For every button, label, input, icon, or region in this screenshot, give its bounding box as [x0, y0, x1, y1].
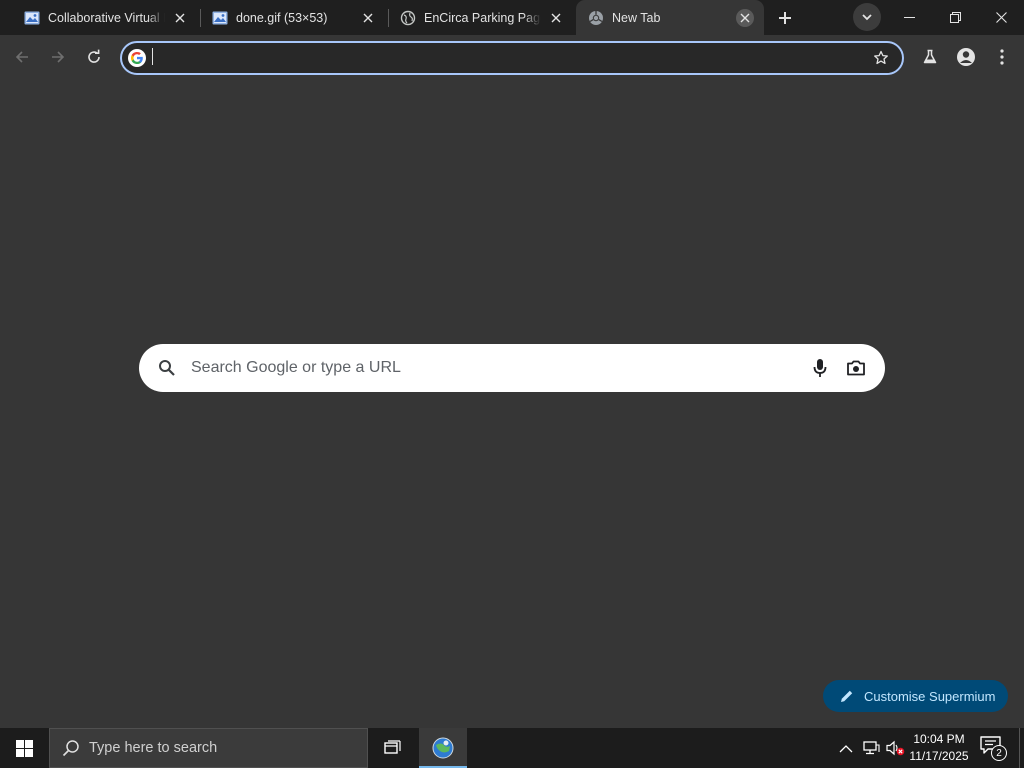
- address-bar[interactable]: [120, 41, 904, 75]
- supermium-icon: [432, 737, 454, 759]
- text-caret: [152, 48, 153, 65]
- microphone-icon[interactable]: [808, 356, 832, 380]
- tab-title: New Tab: [612, 10, 661, 25]
- system-clock[interactable]: 10:04 PM 11/17/2025: [905, 730, 973, 766]
- customise-label: Customise Supermium: [864, 688, 996, 704]
- plus-icon: [779, 12, 791, 24]
- task-view-button[interactable]: [374, 728, 412, 768]
- arrow-left-icon: [15, 51, 28, 63]
- close-icon[interactable]: [736, 8, 754, 27]
- start-button[interactable]: [0, 728, 48, 768]
- windows-logo-icon: [15, 739, 33, 757]
- flask-icon: [923, 49, 937, 64]
- menu-button[interactable]: [986, 41, 1018, 73]
- search-icon: [155, 356, 179, 380]
- search-icon: [62, 740, 79, 757]
- google-icon: [128, 49, 146, 67]
- tab-new-tab[interactable]: New Tab: [576, 0, 764, 35]
- minimize-button[interactable]: [886, 0, 932, 35]
- tab-collaborative[interactable]: Collaborative Virtual M: [0, 0, 199, 35]
- chevron-up-icon[interactable]: [836, 738, 856, 758]
- restore-icon: [949, 12, 961, 23]
- new-tab-button[interactable]: [772, 5, 798, 31]
- chromium-icon: [588, 10, 604, 26]
- taskbar-search[interactable]: Type here to search: [49, 728, 368, 768]
- show-desktop-button[interactable]: [1019, 728, 1020, 768]
- close-icon[interactable]: [547, 9, 565, 27]
- clock-time: 10:04 PM: [913, 732, 965, 746]
- windows-taskbar: Type here to search 10:04 PM 11/17/2025 …: [0, 728, 1024, 768]
- tab-search-button[interactable]: [853, 3, 881, 31]
- taskbar-browser-app[interactable]: [419, 728, 467, 768]
- volume-muted-icon[interactable]: [885, 738, 905, 758]
- ntp-search-input[interactable]: [191, 344, 791, 392]
- forward-button[interactable]: [42, 41, 74, 73]
- notification-count-badge: 2: [991, 745, 1007, 761]
- restore-button[interactable]: [932, 0, 978, 35]
- close-icon[interactable]: [359, 9, 377, 27]
- labs-button[interactable]: [914, 41, 946, 73]
- window-close-button[interactable]: [978, 0, 1024, 35]
- tab-strip: Collaborative Virtual M done.gif (53×53)…: [0, 0, 1024, 35]
- taskbar-search-placeholder: Type here to search: [89, 740, 218, 756]
- profile-icon: [957, 48, 975, 66]
- close-icon: [995, 12, 1007, 23]
- chevron-down-icon: [862, 14, 872, 21]
- bookmark-star-icon[interactable]: [866, 43, 896, 73]
- network-icon[interactable]: [861, 738, 881, 758]
- browser-toolbar: [0, 35, 1024, 80]
- reload-icon: [88, 49, 100, 63]
- tab-title: EnCirca Parking Page: [424, 10, 541, 25]
- image-file-icon: [24, 10, 40, 26]
- address-input[interactable]: [146, 43, 866, 73]
- profile-button[interactable]: [950, 41, 982, 73]
- tab-title: Collaborative Virtual M: [48, 10, 165, 25]
- reload-button[interactable]: [78, 41, 110, 73]
- action-center-button[interactable]: 2: [980, 736, 1007, 761]
- clock-date: 11/17/2025: [909, 749, 969, 763]
- ntp-search-box[interactable]: [139, 344, 885, 392]
- task-view-icon: [384, 740, 401, 754]
- arrow-right-icon: [52, 51, 65, 63]
- close-icon[interactable]: [171, 9, 189, 27]
- tab-title: done.gif (53×53): [236, 10, 328, 25]
- tab-done-gif[interactable]: done.gif (53×53): [188, 0, 387, 35]
- customise-button[interactable]: Customise Supermium: [823, 680, 1008, 712]
- minimize-icon: [903, 17, 915, 18]
- pencil-icon: [840, 688, 856, 704]
- image-file-icon: [212, 10, 228, 26]
- tab-encirca[interactable]: EnCirca Parking Page: [376, 0, 575, 35]
- more-vertical-icon: [1000, 49, 1004, 65]
- globe-icon: [400, 10, 416, 26]
- camera-icon[interactable]: [844, 356, 868, 380]
- back-button[interactable]: [6, 41, 38, 73]
